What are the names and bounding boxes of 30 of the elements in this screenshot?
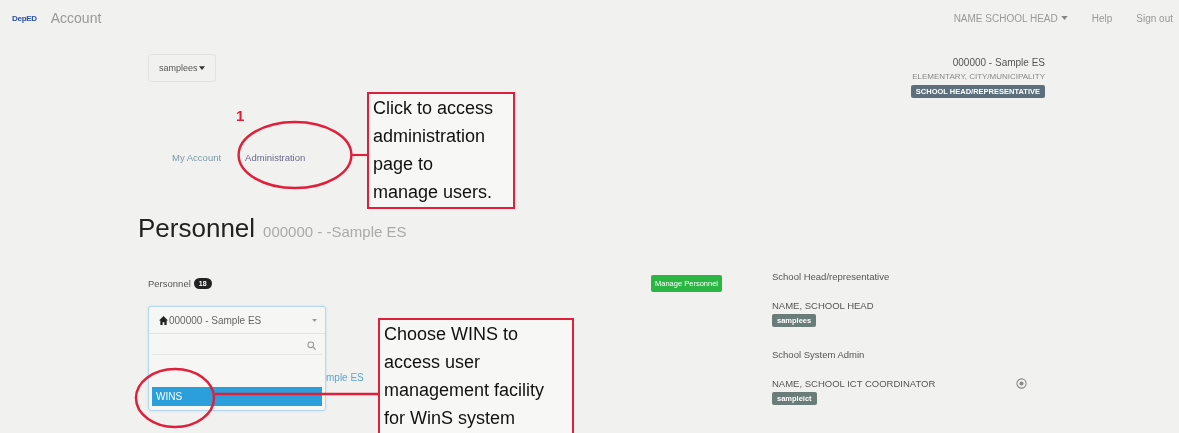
school-type: ELEMENTARY, CITY/MUNICIPALITY — [912, 72, 1045, 81]
page-subtitle: 000000 - -Sample ES — [263, 223, 407, 240]
nav-link[interactable]: Sign out — [1136, 12, 1173, 24]
school-picker-button[interactable]: samplees — [148, 54, 216, 82]
leader-line — [352, 153, 369, 157]
school-link[interactable]: mple ES — [326, 372, 364, 383]
page-title: Personnel — [138, 213, 256, 244]
person-name: NAME, SCHOOL ICT COORDINATOR — [772, 378, 937, 389]
home-icon — [159, 315, 168, 325]
role-title: School System Admin — [772, 349, 865, 360]
logo[interactable]: DepED — [12, 13, 37, 23]
school-name: 000000 - Sample ES — [952, 57, 1045, 68]
step-number: 1 — [236, 107, 245, 124]
tab[interactable]: My Account — [172, 148, 222, 167]
caret-icon — [198, 66, 205, 70]
role-title: School Head/representative — [772, 271, 890, 282]
app-title[interactable]: Account — [50, 10, 102, 26]
person-name: NAME, SCHOOL HEAD — [772, 300, 875, 311]
dropdown-option[interactable]: WINS — [152, 387, 322, 406]
user-menu[interactable]: NAME SCHOOL HEAD — [953, 12, 1068, 24]
callout-note: Click to access administration page to manage users. — [367, 92, 515, 209]
caret-icon — [1060, 16, 1068, 20]
tab[interactable]: Administration — [245, 148, 306, 167]
callout-note: Choose WINS to access user management facility for WinS system — [378, 318, 574, 433]
remove-icon[interactable] — [1016, 378, 1027, 389]
nav-link[interactable]: Help — [1091, 12, 1113, 24]
personnel-label: Personnel — [148, 278, 191, 289]
school-select[interactable]: 000000 - Sample ES — [149, 307, 325, 334]
search-icon — [307, 340, 316, 350]
caret-icon — [312, 318, 317, 322]
